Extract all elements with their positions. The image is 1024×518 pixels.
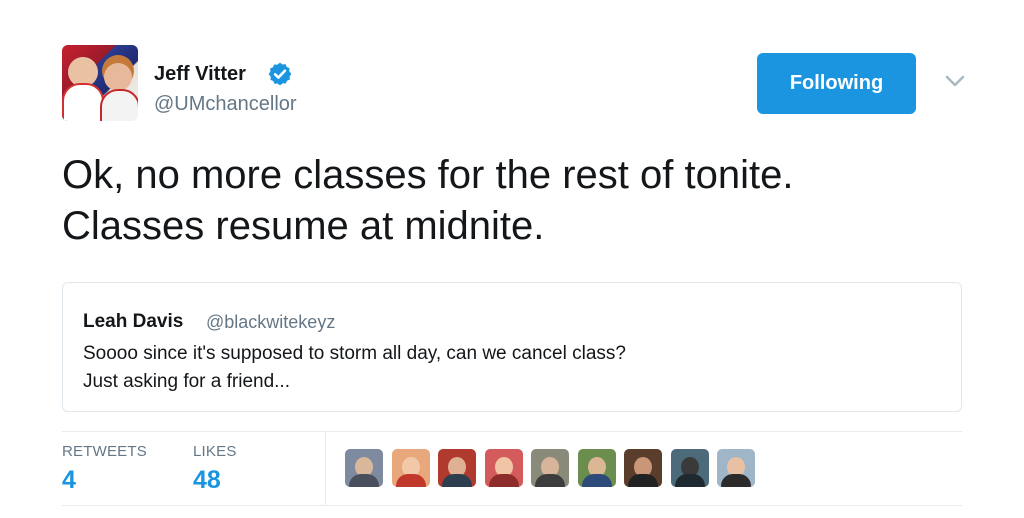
- liker-avatar-body: [628, 474, 658, 487]
- verified-badge-icon: [268, 62, 292, 86]
- liker-avatar[interactable]: [484, 449, 523, 487]
- liker-avatar[interactable]: [391, 449, 430, 487]
- liker-avatar-body: [395, 474, 426, 487]
- liker-avatar-body: [581, 474, 612, 487]
- chevron-down-icon[interactable]: [941, 71, 969, 91]
- quoted-tweet-author-handle: @blackwitekeyz: [206, 312, 336, 332]
- liker-avatar-body: [349, 474, 379, 487]
- stats-divider-top: [62, 431, 962, 432]
- quoted-tweet-card[interactable]: Leah Davis @blackwitekeyz Soooo since it…: [62, 282, 962, 412]
- tweet-text-line: Classes resume at midnite.: [62, 204, 545, 248]
- liker-avatar[interactable]: [670, 449, 709, 487]
- likes-count[interactable]: 48: [193, 466, 221, 495]
- retweets-count[interactable]: 4: [62, 466, 76, 495]
- liker-avatar-body: [535, 474, 565, 487]
- following-button[interactable]: Following: [757, 53, 916, 114]
- author-avatar[interactable]: [62, 45, 138, 121]
- liker-avatar-body: [488, 474, 519, 487]
- avatar-person-2-shirt: [100, 89, 138, 121]
- liker-avatar[interactable]: [345, 449, 383, 487]
- quoted-tweet-text-line: Just asking for a friend...: [83, 371, 290, 392]
- liker-avatar-body: [674, 474, 705, 487]
- avatar-person-2: [104, 63, 132, 91]
- liker-avatar-body: [721, 474, 751, 487]
- tweet-text: Ok, no more classes for the rest of toni…: [62, 150, 962, 252]
- stats-divider-vertical: [325, 432, 326, 505]
- retweets-label[interactable]: RETWEETS: [62, 443, 147, 460]
- author-name[interactable]: Jeff Vitter: [154, 63, 246, 86]
- tweet-text-line: Ok, no more classes for the rest of toni…: [62, 153, 794, 197]
- likes-label[interactable]: LIKES: [193, 443, 237, 460]
- quoted-tweet-text-line: Soooo since it's supposed to storm all d…: [83, 343, 626, 364]
- stats-divider-bottom: [62, 505, 962, 506]
- liker-avatar[interactable]: [717, 449, 755, 487]
- liker-avatar[interactable]: [438, 449, 476, 487]
- liker-avatar[interactable]: [531, 449, 569, 487]
- quoted-tweet-author-name: Leah Davis: [83, 311, 184, 332]
- author-handle[interactable]: @UMchancellor: [154, 93, 297, 116]
- avatar-person-1-shirt: [62, 83, 104, 121]
- liker-avatar[interactable]: [577, 449, 616, 487]
- liker-avatar-body: [442, 474, 472, 487]
- liker-avatar[interactable]: [624, 449, 662, 487]
